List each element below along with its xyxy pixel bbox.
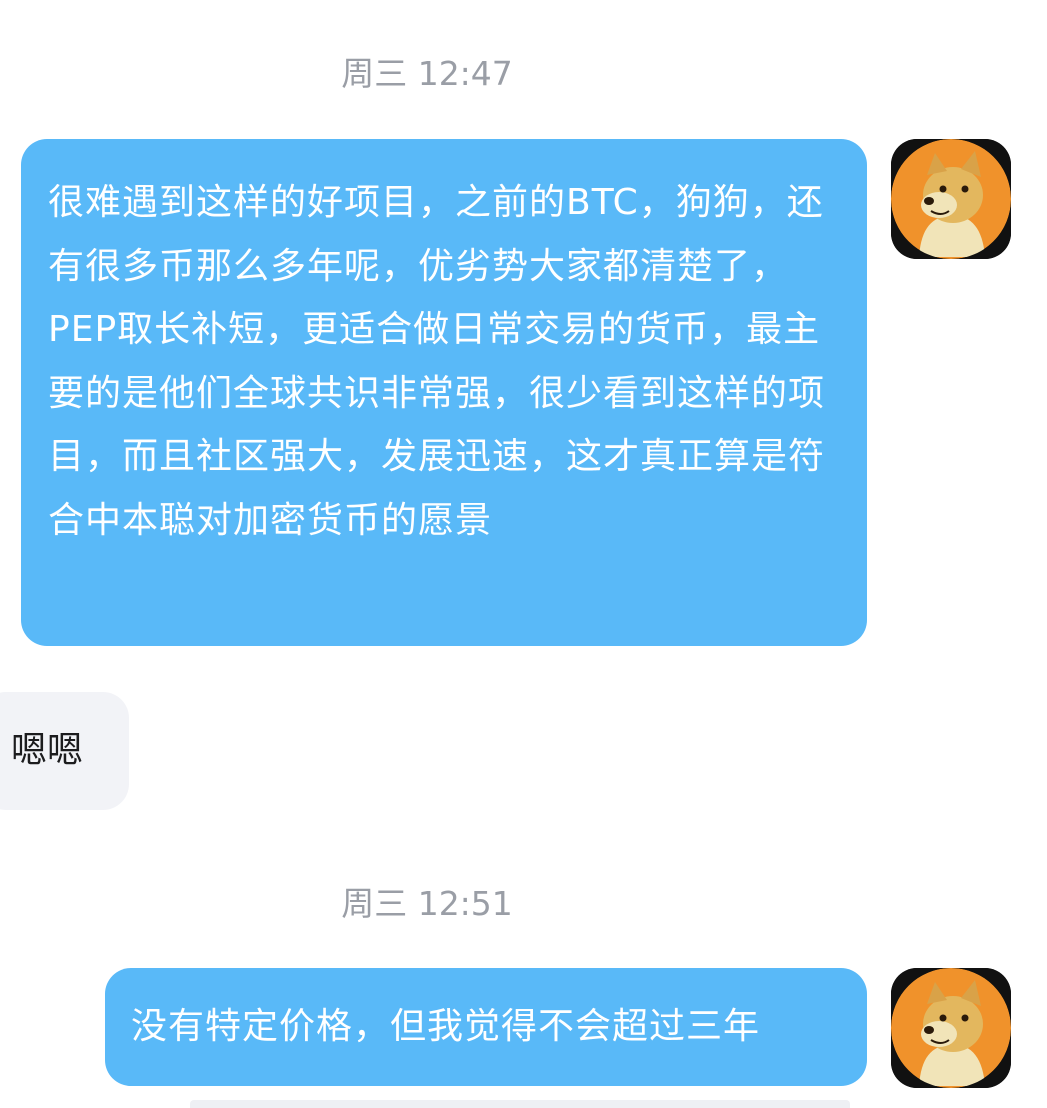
message-text: 很难遇到这样的好项目，之前的BTC，狗狗，还有很多币那么多年呢，优劣势大家都清楚… — [48, 182, 826, 541]
outgoing-message-bubble[interactable]: 没有特定价格，但我觉得不会超过三年 — [105, 968, 867, 1086]
user-avatar[interactable] — [891, 139, 1011, 259]
timestamp: 周三 12:47 — [341, 54, 513, 93]
doge-avatar-icon — [891, 139, 1011, 259]
doge-avatar-icon — [891, 968, 1011, 1088]
input-bar-edge — [190, 1100, 850, 1108]
chat-conversation: 周三 12:47 很难遇到这样的好项目，之前的BTC，狗狗，还有很多币那么多年呢… — [0, 0, 1047, 1108]
timestamp: 周三 12:51 — [341, 884, 513, 923]
incoming-message-bubble[interactable]: 嗯嗯 — [0, 692, 129, 810]
user-avatar[interactable] — [891, 968, 1011, 1088]
message-text: 嗯嗯 — [11, 730, 84, 771]
message-text: 没有特定价格，但我觉得不会超过三年 — [131, 1006, 761, 1047]
outgoing-message-bubble[interactable]: 很难遇到这样的好项目，之前的BTC，狗狗，还有很多币那么多年呢，优劣势大家都清楚… — [21, 139, 867, 646]
